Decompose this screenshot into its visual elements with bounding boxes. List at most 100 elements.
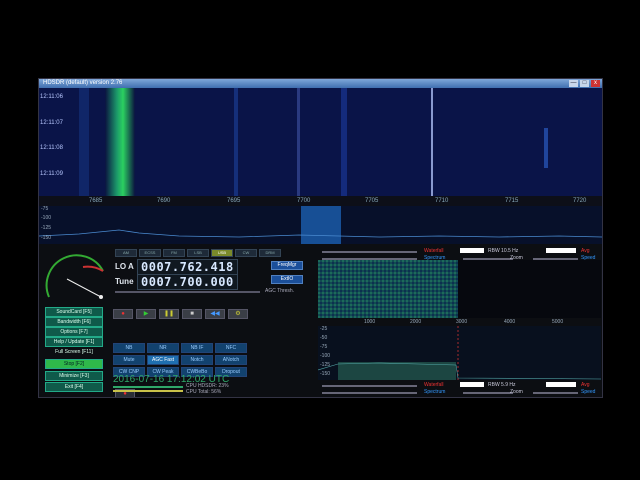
tune-frequency-display[interactable]: 0007.700.000 [137,274,238,290]
waterfall-image [39,88,602,196]
freq-tick: 7720 [573,198,587,204]
mode-bar: AM ECSS FM LSB USB CW DRM [115,249,281,257]
audio-tick: 2000 [410,319,422,325]
audio-db: -150 [320,371,331,377]
spectrum-slider[interactable] [322,392,417,394]
title-bar: HDSDR (default) version 2.76 — □ x [39,79,602,88]
db-label: -100 [41,215,52,221]
freqmgr-button[interactable]: FreqMgr [271,261,303,270]
audio-tick: 5000 [552,319,564,325]
freq-tick: 7695 [227,198,241,204]
audio-tick: 1000 [364,319,376,325]
minimize-app-button[interactable]: Minimize [F3] [45,371,103,381]
freq-tick: 7700 [297,198,311,204]
nfc-button[interactable]: NFC [215,343,247,353]
waterfall-time: 12:11:09 [40,171,63,177]
mode-lsb[interactable]: LSB [187,249,209,257]
nb-button[interactable]: NB [113,343,145,353]
audio-db: -125 [320,362,331,368]
audio-waterfall-image [318,260,458,318]
speed-label: Speed [581,389,596,395]
waterfall-time: 12:11:07 [40,120,63,126]
dsp-buttons: NB NR NB IF NFC Mute AGC Fast Notch ANot… [113,343,247,377]
notch-button[interactable]: Notch [181,355,213,365]
waterfall-label: Waterfall [424,382,444,388]
mode-drm[interactable]: DRM [259,249,281,257]
pause-icon[interactable]: ❚❚ [159,309,179,319]
play-icon[interactable]: ▶ [136,309,156,319]
nb-if-button[interactable]: NB IF [181,343,213,353]
audio-panel: Waterfall RBW 10.5 Hz Avg Spectrum Zoom … [318,246,601,396]
rf-spectrum[interactable]: -75 -100 -125 -150 [39,206,602,244]
maximize-button[interactable]: □ [580,80,589,87]
mode-fm[interactable]: FM [163,249,185,257]
waterfall-time: 12:11:06 [40,94,63,100]
mode-ecss[interactable]: ECSS [139,249,161,257]
audio-frequency-axis: 1000 2000 3000 4000 5000 [318,318,601,326]
waterfall-time: 12:11:08 [40,145,63,151]
spectrum-label: Spectrum [424,389,446,395]
lo-frequency-display[interactable]: 0007.762.418 [137,259,238,275]
freq-tick: 7715 [505,198,519,204]
mute-button[interactable]: Mute [113,355,145,365]
audio-tick: 4000 [504,319,516,325]
rbw-label: RBW 5.9 Hz [488,382,516,388]
window-title: HDSDR (default) version 2.76 [43,80,123,86]
audio-waterfall[interactable] [318,260,601,318]
rf-waterfall[interactable]: 12:11:06 12:11:07 12:11:08 12:11:09 [39,88,602,196]
agc-fast-button[interactable]: AGC Fast [147,355,179,365]
lo-label: LO A [115,262,134,271]
cpu-total: CPU Total: 56% [186,389,222,395]
rbw-select[interactable] [460,248,484,253]
rewind-icon[interactable]: ◀◀ [205,309,225,319]
close-button[interactable]: x [591,80,600,87]
options-button[interactable]: Options [F7] [45,327,103,337]
spectrum-trace [39,206,602,244]
cpu-total-bar [113,390,183,392]
db-label: -150 [41,235,52,241]
audio-tick: 3000 [456,319,468,325]
audio-db: -25 [320,326,328,332]
zoom-slider[interactable] [463,392,513,394]
audio-spectrum[interactable]: -25 -50 -75 -100 -125 -150 [318,326,601,380]
audio-bottom-controls: Waterfall RBW 5.9 Hz Avg Spectrum Zoom S… [318,382,601,396]
waterfall-label: Waterfall [424,248,444,254]
avg-label: Avg [581,248,590,254]
freq-tick: 7685 [89,198,103,204]
cpu-bar [113,386,183,388]
record-icon[interactable]: ● [113,309,133,319]
tune-label: Tune [115,277,134,286]
mode-am[interactable]: AM [115,249,137,257]
stop-button[interactable]: Stop [F2] [45,359,103,369]
soundcard-button[interactable]: SoundCard [F5] [45,307,103,317]
bandwidth-button[interactable]: Bandwidth [F6] [45,317,103,327]
full-screen-button[interactable]: Full Screen [F11] [45,347,103,357]
extio-button[interactable]: ExtIO [271,275,303,284]
minimize-button[interactable]: — [569,80,578,87]
rbw-select[interactable] [460,382,484,387]
audio-spectrum-trace [318,326,601,380]
rf-frequency-axis: 7685 7690 7695 7700 7705 7710 7715 7720 [39,196,602,206]
transport-bar: ● ▶ ❚❚ ■ ◀◀ ⚙ [113,309,248,319]
freq-tick: 7710 [435,198,449,204]
mode-usb[interactable]: USB [211,249,233,257]
stop-icon[interactable]: ■ [182,309,202,319]
freq-tick: 7705 [365,198,379,204]
audio-db: -50 [320,335,328,341]
rbw-dropdown[interactable] [546,248,576,253]
mode-cw[interactable]: CW [235,249,257,257]
rbw-dropdown[interactable] [546,382,576,387]
anotch-button[interactable]: ANotch [215,355,247,365]
settings-icon[interactable]: ⚙ [228,309,248,319]
agc-slider[interactable] [115,291,260,293]
bottom-slider[interactable] [322,385,417,387]
db-label: -125 [41,225,52,231]
nr-button[interactable]: NR [147,343,179,353]
audio-db: -100 [320,353,331,359]
help-update-button[interactable]: Help / Update [F1] [45,337,103,347]
audio-db: -75 [320,344,328,350]
speed-slider[interactable] [533,392,578,394]
rbw-label: RBW 10.5 Hz [488,248,519,254]
top-slider[interactable] [322,251,417,253]
exit-button[interactable]: Exit [F4] [45,382,103,392]
